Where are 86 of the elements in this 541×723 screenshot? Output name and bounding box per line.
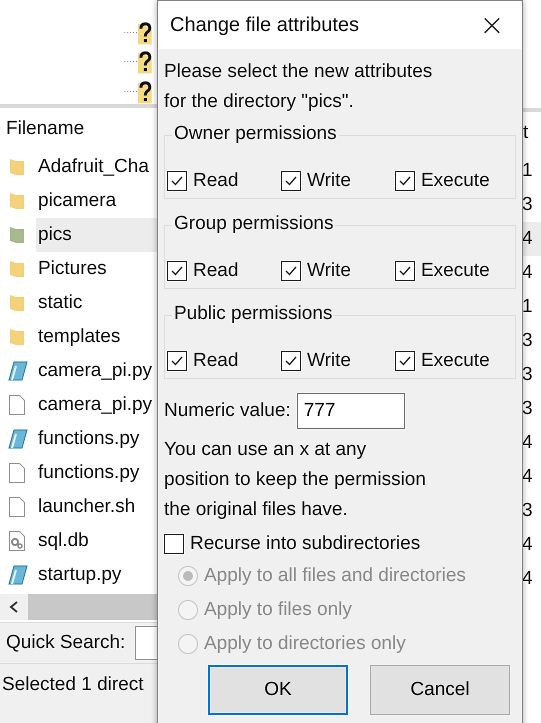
unknown-folder-icon bbox=[124, 20, 154, 46]
column-header[interactable]: Filename bbox=[0, 108, 157, 150]
quick-search-label: Quick Search: bbox=[6, 632, 126, 654]
dialog-title: Change file attributes bbox=[170, 14, 360, 36]
file-row[interactable]: functions.py bbox=[0, 422, 157, 456]
checkbox[interactable] bbox=[395, 171, 415, 191]
numeric-label: Numeric value: bbox=[164, 400, 291, 422]
close-button[interactable]: × bbox=[462, 1, 522, 49]
file-row[interactable]: Pictures bbox=[0, 252, 157, 286]
file-row[interactable]: picamera bbox=[0, 184, 157, 218]
file-name: templates bbox=[37, 325, 122, 349]
checkbox[interactable] bbox=[281, 171, 301, 191]
file-row[interactable]: Adafruit_Cha bbox=[0, 150, 157, 184]
file-name: camera_pi.py bbox=[37, 393, 154, 417]
checkbox[interactable] bbox=[164, 534, 184, 554]
checkbox-label: Write bbox=[307, 170, 351, 192]
column-header[interactable]: t bbox=[522, 112, 541, 154]
radio-label: Apply to all files and directories bbox=[204, 565, 466, 587]
file-name: functions.py bbox=[37, 461, 140, 485]
file-icon bbox=[6, 496, 28, 518]
file-row[interactable]: static bbox=[0, 286, 157, 320]
radio-label: Apply to directories only bbox=[204, 633, 406, 655]
table-cell-text: 1 bbox=[522, 295, 534, 319]
checkbox-label: Read bbox=[193, 170, 238, 192]
checkbox-label: Execute bbox=[421, 170, 490, 192]
table-cell-text: 4 bbox=[522, 261, 534, 285]
table-cell-text: 3 bbox=[522, 193, 534, 217]
unknown-folder-icon bbox=[124, 78, 154, 104]
table-cell-text: 1 bbox=[522, 159, 534, 183]
checkbox[interactable] bbox=[281, 351, 301, 371]
checkbox-label: Read bbox=[193, 260, 238, 282]
file-row[interactable]: sql.db bbox=[0, 524, 157, 558]
table-cell-text: 4 bbox=[522, 431, 534, 455]
checkbox-label: Recurse into subdirectories bbox=[190, 533, 420, 555]
file-name: camera_pi.py bbox=[37, 359, 154, 383]
table-cell: 4 bbox=[522, 222, 541, 256]
notepad-icon bbox=[6, 428, 28, 450]
notepad-icon bbox=[6, 360, 28, 382]
radio-label: Apply to files only bbox=[204, 599, 352, 621]
dialog-message: Please select the new attributes for the directory "pics". bbox=[164, 60, 434, 114]
file-row[interactable]: templates bbox=[0, 320, 157, 354]
file-name: functions.py bbox=[37, 427, 140, 451]
notepad-icon bbox=[6, 564, 28, 586]
table-cell-text: 3 bbox=[522, 499, 534, 523]
file-row[interactable]: startup.py bbox=[0, 558, 157, 592]
horizontal-scrollbar[interactable] bbox=[0, 594, 157, 620]
file-icon bbox=[6, 394, 28, 416]
checkbox-label: Write bbox=[307, 260, 351, 282]
table-cell-text: 3 bbox=[522, 363, 534, 387]
file-name: pics bbox=[36, 218, 157, 252]
checkbox[interactable] bbox=[395, 261, 415, 281]
hint-text: You can use an x at any position to keep the permission the original files have. bbox=[164, 438, 427, 522]
file-name: launcher.sh bbox=[37, 495, 136, 519]
file-row[interactable]: camera_pi.py bbox=[0, 388, 157, 422]
dialog-button[interactable]: Cancel bbox=[370, 665, 510, 715]
status-bar: Selected 1 direct bbox=[0, 663, 157, 723]
table-cell-text: 3 bbox=[522, 329, 534, 353]
checkbox[interactable] bbox=[167, 261, 187, 281]
checkbox-label: Execute bbox=[421, 350, 490, 372]
checkbox[interactable] bbox=[167, 171, 187, 191]
numeric-field[interactable]: 777 bbox=[296, 393, 405, 429]
checkbox-label: Execute bbox=[421, 260, 490, 282]
file-name: Pictures bbox=[37, 257, 108, 281]
file-row[interactable]: launcher.sh bbox=[0, 490, 157, 524]
table-cell-text: 4 bbox=[522, 567, 534, 591]
checkbox[interactable] bbox=[395, 351, 415, 371]
dialog-button[interactable]: OK bbox=[208, 665, 348, 715]
file-row[interactable]: pics bbox=[0, 218, 157, 252]
file-name: startup.py bbox=[37, 563, 122, 587]
checkbox-label: Read bbox=[193, 350, 238, 372]
file-name: sql.db bbox=[37, 529, 90, 553]
file-name: static bbox=[37, 291, 84, 315]
file-name: picamera bbox=[37, 189, 118, 213]
file-row[interactable]: camera_pi.py bbox=[0, 354, 157, 388]
checkbox-label: Write bbox=[307, 350, 351, 372]
table-cell-text: 3 bbox=[522, 397, 534, 421]
gear-file-icon bbox=[6, 530, 28, 552]
table-cell-text: 4 bbox=[522, 465, 534, 489]
file-icon bbox=[6, 462, 28, 484]
scroll-left-icon[interactable] bbox=[0, 594, 28, 620]
file-name: Adafruit_Cha bbox=[37, 155, 150, 179]
checkbox[interactable] bbox=[281, 261, 301, 281]
unknown-folder-icon bbox=[124, 49, 154, 75]
checkbox[interactable] bbox=[167, 351, 187, 371]
file-row[interactable]: functions.py bbox=[0, 456, 157, 490]
table-cell-text: 4 bbox=[522, 533, 534, 557]
